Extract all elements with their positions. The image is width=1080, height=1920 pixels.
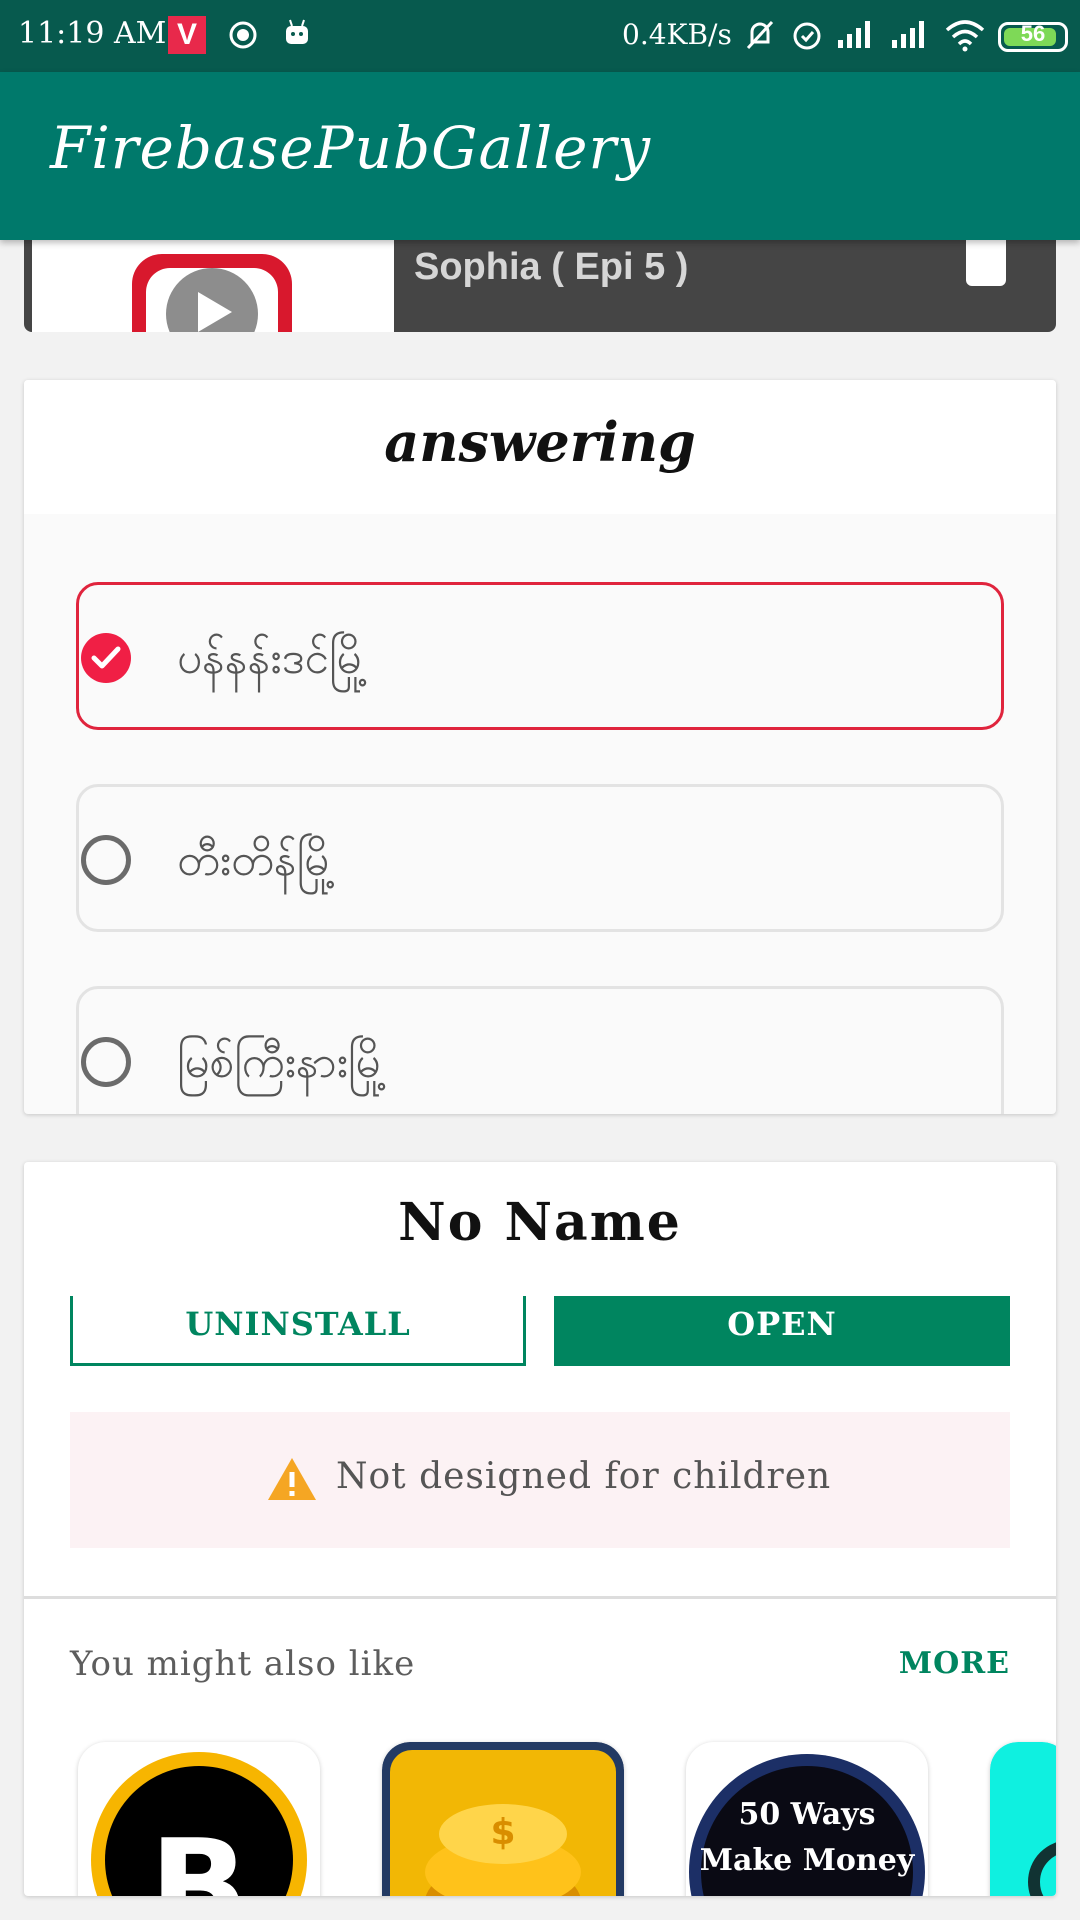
make-money-app-tile[interactable]: 50 Ways Make Money bbox=[686, 1742, 928, 1896]
video-checkbox[interactable] bbox=[966, 240, 1006, 286]
quiz-option-label: မြစ်ကြီးနားမြို့ bbox=[177, 1037, 388, 1088]
youtube-icon bbox=[132, 254, 292, 332]
quiz-title: answering bbox=[384, 410, 696, 474]
video-item[interactable]: Sophia ( Epi 5 ) bbox=[24, 240, 1056, 332]
quiz-option[interactable]: တီးတိန်မြို့ bbox=[76, 784, 1004, 932]
divider bbox=[24, 1596, 1056, 1599]
radio-checked-icon[interactable] bbox=[81, 633, 131, 683]
make-money-line2: Make Money bbox=[700, 1843, 916, 1878]
uninstall-button[interactable]: UNINSTALL bbox=[70, 1296, 526, 1366]
svg-text:$: $ bbox=[490, 1812, 515, 1853]
svg-text:B: B bbox=[149, 1811, 248, 1896]
app-title: FirebasePubGallery bbox=[50, 114, 651, 182]
app-info-card: No Name UNINSTALL OPEN Not designed for … bbox=[24, 1162, 1056, 1896]
signal-icon-2 bbox=[892, 21, 924, 48]
app-bar: FirebasePubGallery bbox=[0, 72, 1080, 240]
app-name: No Name bbox=[398, 1192, 682, 1253]
warning-text: Not designed for children bbox=[336, 1456, 832, 1497]
vidmate-icon: V bbox=[168, 16, 206, 54]
content-warning: Not designed for children bbox=[70, 1412, 1010, 1548]
more-link[interactable]: MORE bbox=[899, 1646, 1010, 1681]
radio-unchecked-icon[interactable] bbox=[81, 835, 131, 885]
battery-icon: 56 bbox=[998, 21, 1068, 52]
make-money-icon: 50 Ways Make Money bbox=[689, 1754, 925, 1896]
mute-icon bbox=[746, 20, 774, 50]
section-title: You might also like bbox=[70, 1644, 416, 1684]
bitcoin-app-tile[interactable]: B bbox=[78, 1742, 320, 1896]
warning-icon bbox=[268, 1458, 316, 1500]
make-money-line1: 50 Ways bbox=[738, 1797, 875, 1832]
status-time: 11:19 AM bbox=[18, 16, 167, 51]
signal-icon bbox=[838, 21, 870, 48]
battery-level: 56 bbox=[1020, 21, 1046, 46]
quiz-option-label: တီးတိန်မြို့ bbox=[177, 835, 336, 886]
alarm-icon bbox=[793, 22, 821, 50]
app-icon bbox=[990, 1742, 1056, 1896]
android-icon bbox=[286, 19, 308, 44]
quiz-card: answering ပန်နန်းဒင်မြို့ တီးတိန်မြို့ မ… bbox=[24, 380, 1056, 1114]
cyan-app-tile[interactable] bbox=[990, 1742, 1056, 1896]
quiz-option-label: ပန်နန်းဒင်မြို့ bbox=[177, 633, 369, 684]
coins-app-tile[interactable]: $ bbox=[382, 1742, 624, 1896]
network-speed: 0.4KB/s bbox=[622, 18, 732, 51]
wifi-icon bbox=[945, 20, 985, 52]
quiz-option[interactable]: မြစ်ကြီးနားမြို့ bbox=[76, 986, 1004, 1114]
open-button[interactable]: OPEN bbox=[554, 1296, 1010, 1366]
record-icon bbox=[229, 21, 257, 49]
video-title: Sophia ( Epi 5 ) bbox=[414, 246, 689, 288]
radio-unchecked-icon[interactable] bbox=[81, 1037, 131, 1087]
video-thumbnail[interactable] bbox=[32, 240, 394, 332]
bitcoin-icon: B bbox=[91, 1752, 307, 1896]
coins-icon: $ bbox=[382, 1742, 624, 1896]
quiz-header: answering bbox=[24, 380, 1056, 514]
quiz-option[interactable]: ပန်နန်းဒင်မြို့ bbox=[76, 582, 1004, 730]
status-bar: 11:19 AM V 0.4KB/s 56 bbox=[0, 0, 1080, 72]
